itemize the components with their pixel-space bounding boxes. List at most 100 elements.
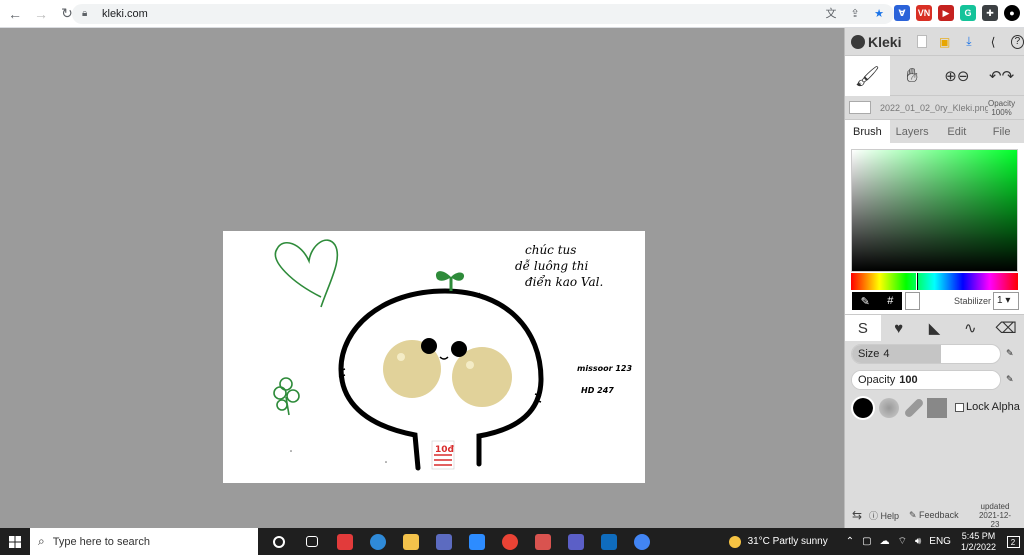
profile-icon[interactable]: ● (1004, 5, 1020, 21)
round-hard-shape[interactable] (851, 396, 875, 420)
new-image-icon[interactable] (916, 35, 928, 48)
blend-brush-icon[interactable]: ♥ (881, 315, 917, 341)
stabilizer-select[interactable]: 1 ▾ (993, 292, 1019, 310)
share-icon-panel[interactable]: ⟨ (987, 35, 1000, 49)
download-icon[interactable]: ⤓ (962, 34, 975, 49)
size-slider[interactable]: Size 4 (851, 344, 1001, 364)
taskbar-paint-icon[interactable] (526, 528, 559, 555)
chevron-up-icon[interactable]: ⌃ (846, 536, 854, 547)
forward-icon[interactable]: → (30, 3, 52, 25)
meet-now-icon[interactable]: ▢ (862, 536, 871, 547)
undo-redo-icon[interactable]: ↶↷ (979, 56, 1024, 96)
opacity-slider[interactable]: Opacity 100 (851, 370, 1001, 390)
share-icon[interactable]: ⇪ (848, 7, 862, 21)
tab-brush[interactable]: Brush (845, 120, 890, 143)
help-link[interactable]: ⓘ Help (869, 509, 909, 522)
search-placeholder: Type here to search (52, 535, 150, 548)
windows-start-icon[interactable] (0, 528, 30, 555)
color-row: ✎ # Stabilizer 1 ▾ (845, 290, 1024, 314)
hand-tool-icon[interactable]: ✋︎ (890, 56, 935, 96)
address-bar[interactable]: 🔒︎ kleki.com 文 ⇪ ★ (72, 4, 894, 24)
taskbar-store-icon[interactable] (427, 528, 460, 555)
hex-input-button[interactable]: # (887, 295, 893, 307)
tab-edit[interactable]: Edit (935, 120, 980, 143)
left-eye (421, 338, 437, 354)
round-soft-shape[interactable] (879, 398, 899, 418)
color-picker-section (845, 143, 1024, 292)
help-icon[interactable]: ? (1010, 34, 1024, 49)
eyedropper-icon[interactable]: ✎ (861, 295, 870, 308)
file-opacity-label: Opacity (988, 98, 1016, 108)
wifi-icon[interactable]: ⌔ (898, 535, 907, 548)
primary-color-swatch[interactable]: ✎ # (852, 292, 902, 310)
size-slider-row: Size 4 ✎ (845, 340, 1024, 366)
chisel-shape[interactable] (903, 397, 925, 419)
taskbar-teams-icon[interactable] (559, 528, 592, 555)
swap-arrows-icon[interactable]: ⇆ (845, 508, 869, 522)
taskbar-mail-icon[interactable] (592, 528, 625, 555)
taskbar-app-red-icon[interactable] (328, 528, 361, 555)
saturation-value-picker[interactable] (851, 149, 1018, 272)
weather-widget[interactable]: 31°C Partly sunny (728, 535, 828, 548)
note-side-2: HD 247 (581, 386, 614, 395)
ext-blue-icon[interactable]: Ɐ (894, 5, 910, 21)
canvas-thumbnail[interactable] (849, 101, 871, 114)
ext-vn-icon[interactable]: VN (916, 5, 932, 21)
zoom-in-out-icon[interactable]: ⊕⊖ (935, 56, 980, 96)
lock-alpha-toggle[interactable]: Lock Alpha (955, 401, 1020, 413)
url-text: kleki.com (102, 8, 148, 20)
weather-text: 31°C Partly sunny (747, 536, 828, 547)
square-shape[interactable] (927, 398, 947, 418)
taskbar-cortana-icon[interactable] (262, 528, 295, 555)
taskbar-file-explorer-icon[interactable] (394, 528, 427, 555)
lock-icon: 🔒︎ (82, 8, 88, 19)
sketchy-brush-icon[interactable]: ◣ (917, 315, 953, 341)
sprout-leaf-left (435, 271, 451, 281)
tab-layers[interactable]: Layers (890, 120, 935, 143)
secondary-color-swatch[interactable] (905, 292, 920, 310)
opacity-pen-pressure-icon[interactable]: ✎ (1006, 374, 1016, 384)
clock[interactable]: 5:45 PM 1/2/2022 (961, 531, 996, 553)
taskbar-task-view-icon[interactable] (295, 528, 328, 555)
panel-tabs: Brush Layers Edit File (845, 119, 1024, 143)
volume-icon[interactable]: 🔊︎ (915, 536, 921, 547)
size-label: Size (858, 348, 880, 360)
system-tray: 31°C Partly sunny ⌃ ▢ ☁ ⌔ 🔊︎ ENG 5:45 PM… (728, 528, 1024, 555)
smudge-brush-icon[interactable]: ∿ (952, 315, 988, 341)
brush-tool-icon[interactable]: 🖌︎ (845, 56, 890, 96)
back-icon[interactable]: ← (4, 3, 26, 25)
eraser-icon[interactable]: ⌫ (988, 315, 1024, 341)
canvas-workspace[interactable]: 10đ chúc tus dễ luông thi điển kao Val. … (0, 28, 844, 528)
taskbar-chrome-icon[interactable] (493, 528, 526, 555)
translate-icon[interactable]: 文 (824, 7, 838, 21)
taskbar-zoom-icon[interactable] (460, 528, 493, 555)
drawing-canvas[interactable]: 10đ chúc tus dễ luông thi điển kao Val. … (223, 231, 645, 483)
stabilizer-label: Stabilizer (954, 296, 992, 306)
windows-taskbar: ⌕ Type here to search 31°C Partly sunny … (0, 528, 1024, 555)
taskbar-edge-icon[interactable] (361, 528, 394, 555)
language-indicator[interactable]: ENG (929, 536, 951, 547)
file-opacity-value: 100% (991, 107, 1012, 117)
bookmark-star-icon[interactable]: ★ (872, 7, 886, 21)
feedback-link[interactable]: ✎ Feedback (909, 510, 975, 521)
ext-red-icon[interactable]: ▶ (938, 5, 954, 21)
opacity-label: Opacity (858, 374, 896, 386)
lock-alpha-checkbox[interactable] (955, 402, 964, 412)
taskbar-chrome-profile-icon[interactable] (625, 528, 658, 555)
notification-center-icon[interactable]: 2 (1002, 528, 1024, 555)
file-info-row: 2022_01_02_0ry_Kleki.png Opacity 100% (845, 95, 1024, 119)
ext-puzzle-icon[interactable]: ✚ (982, 5, 998, 21)
opacity-value: 100 (899, 374, 918, 386)
ext-grammarly-icon[interactable]: G (960, 5, 976, 21)
kleki-logo[interactable]: Kleki (851, 34, 906, 50)
save-icon[interactable]: ▣ (938, 35, 951, 49)
heart-doodle (274, 239, 339, 308)
mouth (439, 356, 449, 360)
tool-row: 🖌︎ ✋︎ ⊕⊖ ↶↷ (845, 55, 1024, 96)
taskbar-search-box[interactable]: ⌕ Type here to search (30, 528, 258, 555)
pen-brush-icon[interactable]: S (845, 315, 881, 341)
right-eye (451, 341, 467, 357)
onedrive-icon[interactable]: ☁ (880, 536, 890, 547)
tab-file[interactable]: File (979, 120, 1024, 143)
size-pen-pressure-icon[interactable]: ✎ (1006, 348, 1016, 358)
